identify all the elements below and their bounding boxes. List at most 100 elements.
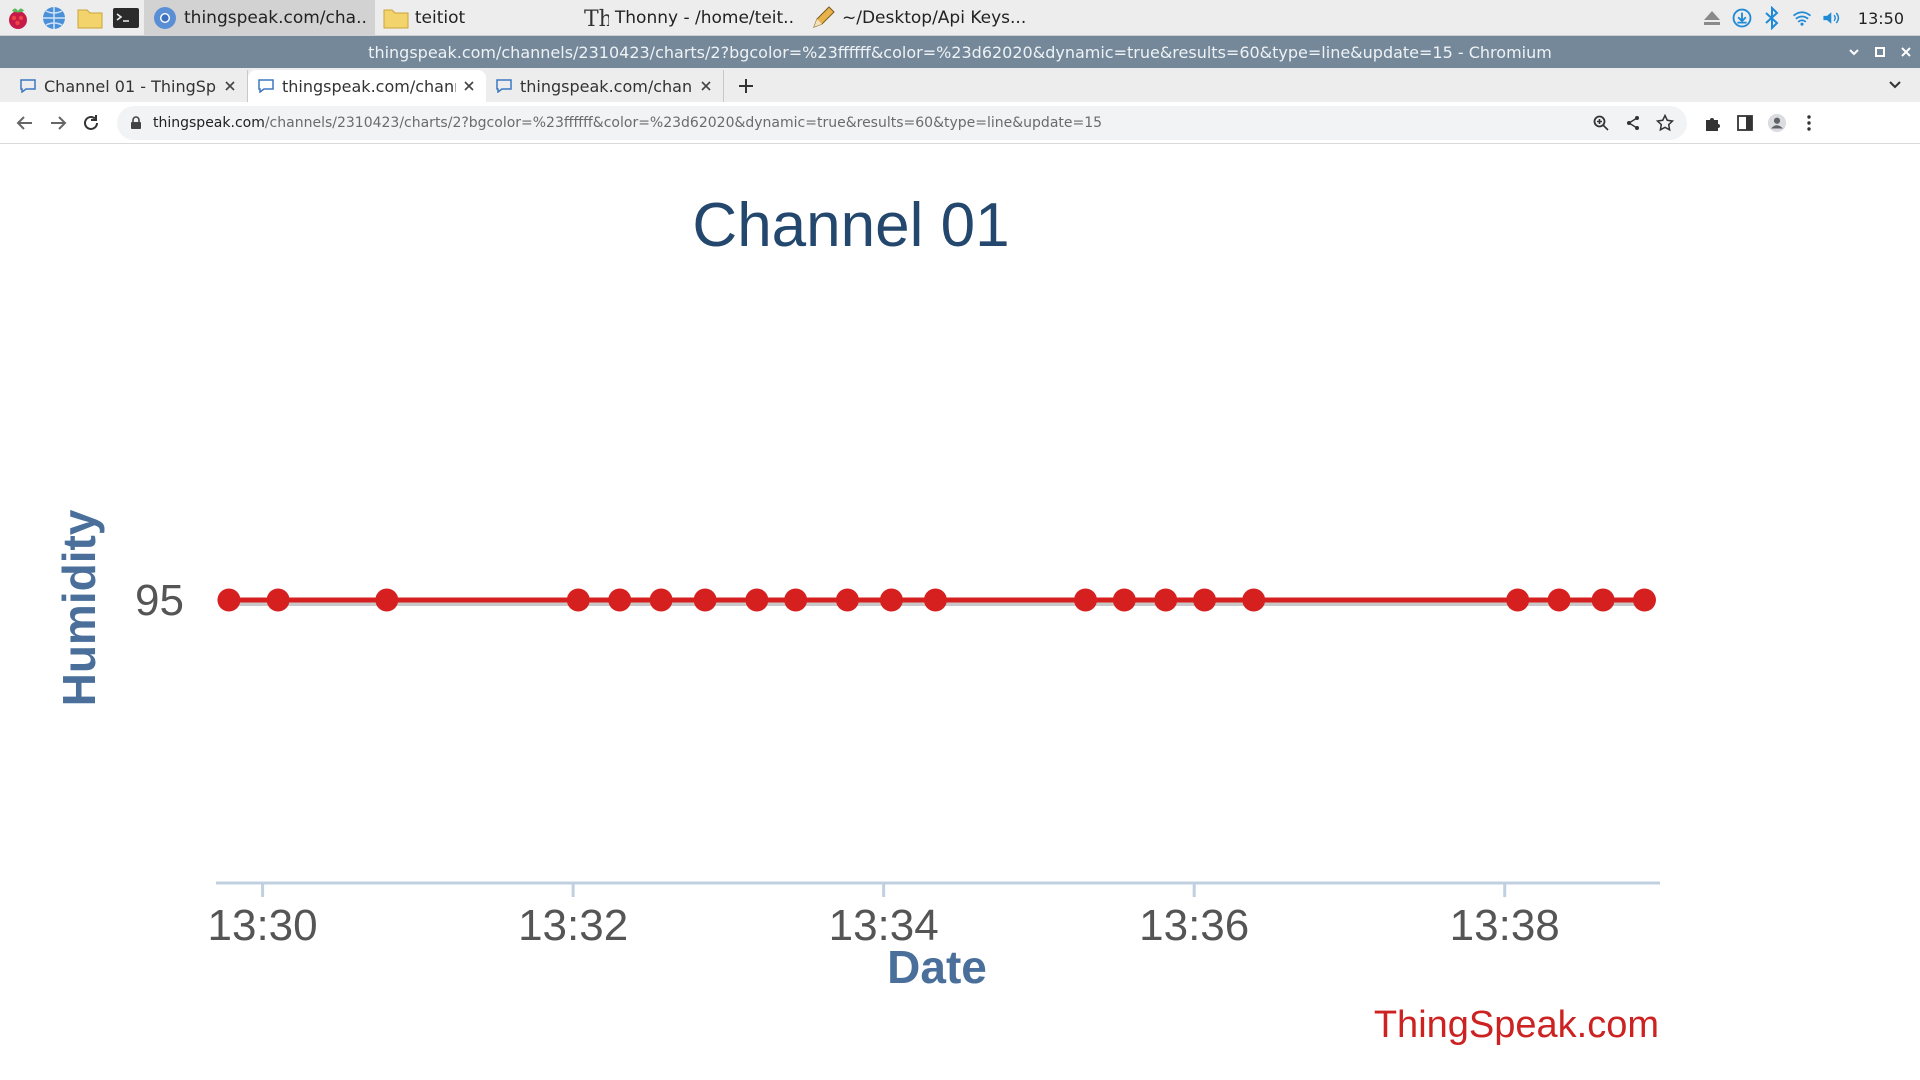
extensions-puzzle-icon[interactable] [1703, 113, 1723, 133]
y-axis-title: Humidity [53, 509, 105, 706]
taskbar-task-label: thingspeak.com/cha.. [184, 7, 367, 28]
web-browser-launcher-icon[interactable] [36, 0, 72, 36]
page-content: Channel 01 Humidity Date 13:30 13:32 13:34… [0, 145, 1920, 1080]
data-point[interactable] [1506, 588, 1530, 612]
system-tray: 13:50 [1702, 0, 1920, 36]
url-host: thingspeak.com [153, 114, 265, 131]
plus-icon [739, 79, 753, 93]
reload-icon [84, 114, 98, 130]
x-tick-label: 13:34 [829, 901, 939, 950]
humidity-line-chart: Channel 01 Humidity Date 13:30 13:32 13:34… [53, 191, 1660, 1046]
new-tab-button[interactable] [730, 70, 762, 102]
data-point[interactable] [784, 588, 808, 612]
terminal-launcher-icon[interactable] [108, 0, 144, 36]
minimize-icon[interactable] [1846, 44, 1862, 60]
tab-close-icon[interactable] [699, 79, 713, 93]
folder-icon [383, 9, 409, 28]
data-point[interactable] [566, 588, 590, 612]
y-axis-ticks: 95 [135, 576, 184, 625]
data-point[interactable] [745, 588, 769, 612]
forward-button[interactable] [43, 108, 73, 138]
x-tick-label: 13:38 [1450, 901, 1560, 950]
thonny-icon: Th [584, 7, 609, 31]
chart-title: Channel 01 [692, 191, 1009, 260]
tab-label: thingspeak.com/channels/2310423 [520, 76, 693, 96]
tab-chart-2[interactable]: thingspeak.com/channels/2310423 [486, 70, 724, 102]
x-tick-label: 13:30 [208, 901, 318, 950]
back-button[interactable] [10, 108, 40, 138]
taskbar-task-label: teitiot [414, 7, 466, 28]
x-axis-ticks: 13:30 13:32 13:34 13:36 13:38 [208, 883, 1560, 950]
data-point[interactable] [217, 588, 241, 612]
svg-text:Th: Th [584, 7, 609, 31]
thingspeak-favicon-icon [20, 79, 36, 93]
data-point[interactable] [1242, 588, 1266, 612]
y-tick-label: 95 [135, 576, 184, 625]
address-bar[interactable]: thingspeak.com /channels/2310423/charts/… [117, 105, 1687, 140]
data-point[interactable] [1591, 588, 1615, 612]
download-update-icon[interactable] [1732, 8, 1752, 28]
side-panel-icon[interactable] [1735, 113, 1755, 133]
taskbar-task-text-editor[interactable]: ~/Desktop/Api Keys... [802, 0, 1034, 36]
window-titlebar: thingspeak.com/channels/2310423/charts/2… [0, 36, 1920, 68]
data-point[interactable] [835, 588, 859, 612]
tab-chart-active[interactable]: thingspeak.com/channels/2310423 [248, 70, 486, 102]
x-tick-label: 13:36 [1139, 901, 1249, 950]
file-manager-launcher-icon[interactable] [72, 0, 108, 36]
data-point[interactable] [1112, 588, 1136, 612]
thingspeak-favicon-icon [258, 79, 274, 93]
os-taskbar: thingspeak.com/cha.. teitiot Th Thonny -… [0, 0, 1920, 36]
zoom-icon[interactable] [1591, 113, 1611, 133]
tab-label: thingspeak.com/channels/2310423 [282, 76, 456, 96]
volume-icon[interactable] [1822, 8, 1842, 28]
taskbar-task-folder[interactable]: teitiot [375, 0, 575, 36]
eject-icon[interactable] [1702, 8, 1722, 28]
chevron-down-icon [1889, 81, 1901, 89]
data-point[interactable] [608, 588, 632, 612]
url-path: /channels/2310423/charts/2?bgcolor=%23ff… [264, 114, 1103, 131]
data-point[interactable] [1632, 588, 1656, 612]
close-window-icon[interactable] [1898, 44, 1914, 60]
x-tick-label: 13:32 [518, 901, 628, 950]
raspberry-menu-icon[interactable] [0, 0, 36, 36]
tab-close-icon[interactable] [462, 79, 476, 93]
tab-label: Channel 01 - ThingSpeak [44, 76, 217, 96]
data-point[interactable] [649, 588, 673, 612]
share-icon[interactable] [1623, 113, 1643, 133]
taskbar-task-label: Thonny - /home/teit.. [614, 7, 794, 28]
data-point[interactable] [693, 588, 717, 612]
data-point[interactable] [879, 588, 903, 612]
lock-icon[interactable] [129, 115, 143, 130]
data-point[interactable] [266, 588, 290, 612]
maximize-icon[interactable] [1872, 44, 1888, 60]
data-point[interactable] [1547, 588, 1571, 612]
profile-avatar-icon[interactable] [1767, 113, 1787, 133]
reload-button[interactable] [76, 108, 106, 138]
taskbar-task-thonny[interactable]: Th Thonny - /home/teit.. [575, 0, 802, 36]
thingspeak-favicon-icon [496, 79, 512, 93]
tab-strip: Channel 01 - ThingSpeak thingspeak.com/c… [0, 68, 1920, 102]
tab-search-button[interactable] [1884, 74, 1906, 96]
tab-channel-01[interactable]: Channel 01 - ThingSpeak [10, 70, 248, 102]
taskbar-task-label: ~/Desktop/Api Keys... [841, 7, 1027, 28]
data-point[interactable] [375, 588, 399, 612]
taskbar-task-chromium[interactable]: thingspeak.com/cha.. [144, 0, 375, 36]
bookmark-star-icon[interactable] [1655, 113, 1675, 133]
bluetooth-icon[interactable] [1762, 6, 1782, 30]
kebab-menu-icon[interactable] [1799, 113, 1819, 133]
clock: 13:50 [1857, 8, 1904, 28]
arrow-right-icon [51, 115, 67, 130]
data-point[interactable] [923, 588, 947, 612]
chromium-icon [154, 6, 176, 29]
window-title: thingspeak.com/channels/2310423/charts/2… [368, 42, 1552, 62]
browser-toolbar: thingspeak.com /channels/2310423/charts/… [0, 102, 1920, 144]
data-point[interactable] [1154, 588, 1178, 612]
arrow-left-icon [16, 115, 32, 130]
series-layer [217, 588, 1656, 612]
tab-close-icon[interactable] [223, 79, 237, 93]
wifi-icon[interactable] [1792, 8, 1812, 28]
data-point[interactable] [1193, 588, 1217, 612]
text-editor-icon [813, 5, 835, 28]
data-point[interactable] [1074, 588, 1098, 612]
thingspeak-credit-link[interactable]: ThingSpeak.com [1374, 1004, 1659, 1046]
